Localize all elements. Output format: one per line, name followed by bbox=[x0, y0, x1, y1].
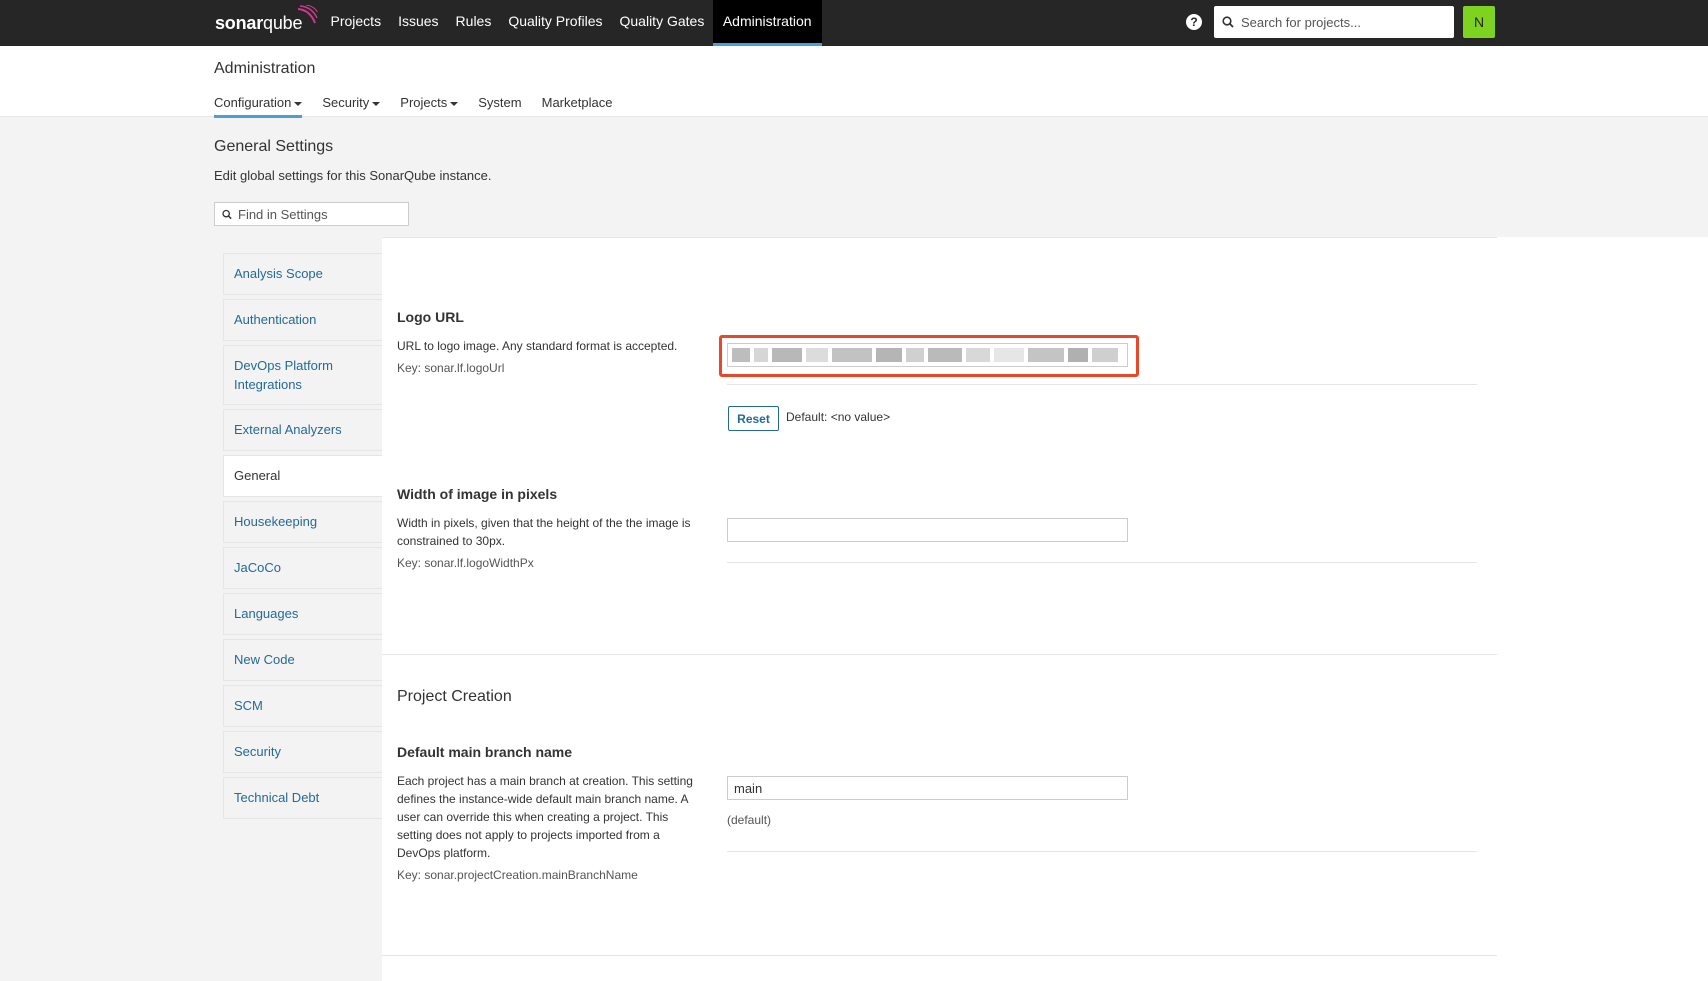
sidebar-item-general[interactable]: General bbox=[223, 455, 382, 497]
user-avatar[interactable]: N bbox=[1463, 6, 1495, 38]
top-navbar: sonarqube Projects Issues Rules Quality … bbox=[0, 0, 1708, 46]
panel-top-divider bbox=[382, 237, 1497, 238]
nav-quality-gates[interactable]: Quality Gates bbox=[611, 0, 713, 46]
reset-button[interactable]: Reset bbox=[728, 406, 779, 431]
chevron-down-icon bbox=[294, 101, 303, 106]
nav-issues[interactable]: Issues bbox=[390, 0, 447, 46]
nav-projects[interactable]: Projects bbox=[322, 0, 390, 46]
sonarqube-logo[interactable]: sonarqube bbox=[215, 5, 319, 40]
main-branch-title: Default main branch name bbox=[397, 744, 573, 760]
default-value-text: Default: <no value> bbox=[786, 410, 891, 424]
tab-projects[interactable]: Projects bbox=[400, 95, 459, 118]
tab-system[interactable]: System bbox=[478, 95, 521, 118]
highlight-annotation-box bbox=[719, 335, 1139, 377]
page-title: Administration bbox=[214, 60, 316, 77]
section-divider bbox=[382, 955, 1497, 956]
sidebar-item-technical-debt[interactable]: Technical Debt bbox=[223, 777, 382, 819]
settings-category-sidebar: Analysis Scope Authentication DevOps Pla… bbox=[223, 253, 382, 823]
global-search-input[interactable] bbox=[1241, 14, 1441, 30]
global-search[interactable] bbox=[1214, 6, 1454, 38]
nav-rules[interactable]: Rules bbox=[447, 0, 500, 46]
settings-subtitle: Edit global settings for this SonarQube … bbox=[214, 168, 492, 183]
main-branch-input[interactable] bbox=[727, 776, 1128, 800]
admin-header: Administration Configuration Security Pr… bbox=[0, 46, 1708, 118]
default-hint: (default) bbox=[727, 813, 772, 827]
search-icon bbox=[1222, 16, 1234, 28]
logo-arc-icon bbox=[298, 5, 319, 24]
tab-security[interactable]: Security bbox=[322, 95, 381, 118]
admin-tabs: Configuration Security Projects System M… bbox=[214, 95, 632, 118]
settings-title: General Settings bbox=[214, 138, 334, 155]
sidebar-item-security[interactable]: Security bbox=[223, 731, 382, 773]
chevron-down-icon bbox=[372, 101, 381, 106]
nav-quality-profiles[interactable]: Quality Profiles bbox=[500, 0, 611, 46]
logo-width-title: Width of image in pixels bbox=[397, 486, 558, 502]
main-nav: Projects Issues Rules Quality Profiles Q… bbox=[322, 0, 822, 46]
sidebar-item-devops-platform-integrations[interactable]: DevOps Platform Integrations bbox=[223, 345, 382, 405]
logo-width-description: Width in pixels, given that the height o… bbox=[397, 516, 691, 548]
help-icon[interactable]: ? bbox=[1186, 14, 1202, 30]
tab-marketplace[interactable]: Marketplace bbox=[542, 95, 613, 118]
section-title-project-creation: Project Creation bbox=[397, 688, 512, 705]
logo-width-key: Key: sonar.lf.logoWidthPx bbox=[397, 556, 534, 570]
row-divider bbox=[727, 851, 1477, 852]
main-branch-key: Key: sonar.projectCreation.mainBranchNam… bbox=[397, 868, 638, 882]
logo-url-description: URL to logo image. Any standard format i… bbox=[397, 339, 678, 353]
find-in-settings-input[interactable] bbox=[238, 206, 408, 222]
main-branch-description: Each project has a main branch at creati… bbox=[397, 774, 693, 860]
sidebar-item-external-analyzers[interactable]: External Analyzers bbox=[223, 409, 382, 451]
sidebar-item-authentication[interactable]: Authentication bbox=[223, 299, 382, 341]
logo-text: sonarqube bbox=[215, 12, 303, 33]
sidebar-item-new-code[interactable]: New Code bbox=[223, 639, 382, 681]
logo-width-input[interactable] bbox=[727, 518, 1128, 542]
sidebar-item-analysis-scope[interactable]: Analysis Scope bbox=[223, 253, 382, 295]
sidebar-item-jacoco[interactable]: JaCoCo bbox=[223, 547, 382, 589]
sidebar-item-housekeeping[interactable]: Housekeeping bbox=[223, 501, 382, 543]
sidebar-item-languages[interactable]: Languages bbox=[223, 593, 382, 635]
find-in-settings[interactable] bbox=[214, 202, 409, 226]
nav-administration[interactable]: Administration bbox=[712, 0, 822, 46]
logo-url-key: Key: sonar.lf.logoUrl bbox=[397, 361, 505, 375]
row-divider bbox=[727, 384, 1477, 385]
search-icon bbox=[222, 209, 232, 219]
section-divider bbox=[382, 654, 1497, 655]
row-divider bbox=[727, 562, 1477, 563]
logo-url-title: Logo URL bbox=[397, 309, 464, 325]
chevron-down-icon bbox=[450, 101, 459, 106]
tab-configuration[interactable]: Configuration bbox=[214, 95, 303, 118]
sidebar-item-scm[interactable]: SCM bbox=[223, 685, 382, 727]
